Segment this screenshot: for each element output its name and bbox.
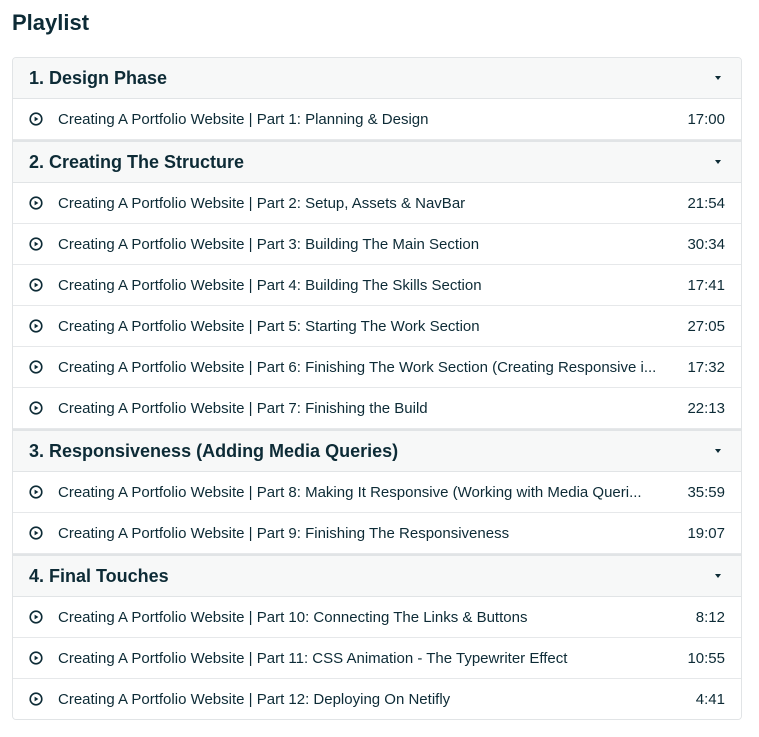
item-duration: 10:55 bbox=[687, 649, 725, 667]
item-duration: 4:41 bbox=[695, 690, 725, 708]
play-circle-icon bbox=[29, 401, 43, 415]
playlist-section: 1. Design Phase Creating A Portfolio Webs… bbox=[13, 58, 741, 140]
play-circle-icon bbox=[29, 651, 43, 665]
play-circle-icon bbox=[29, 610, 43, 624]
item-duration: 17:41 bbox=[687, 276, 725, 294]
play-circle-icon bbox=[29, 319, 43, 333]
playlist-item[interactable]: Creating A Portfolio Website | Part 11: … bbox=[13, 638, 741, 679]
playlist-item[interactable]: Creating A Portfolio Website | Part 3: B… bbox=[13, 224, 741, 265]
playlist-item[interactable]: Creating A Portfolio Website | Part 6: F… bbox=[13, 347, 741, 388]
playlist-section: 3. Responsiveness (Adding Media Queries)… bbox=[13, 429, 741, 554]
item-duration: 8:12 bbox=[695, 608, 725, 626]
caret-down-icon[interactable] bbox=[715, 160, 721, 164]
item-duration: 17:32 bbox=[687, 358, 725, 376]
section-header[interactable]: 3. Responsiveness (Adding Media Queries) bbox=[13, 429, 741, 472]
item-duration: 30:34 bbox=[687, 235, 725, 253]
playlist-item[interactable]: Creating A Portfolio Website | Part 2: S… bbox=[13, 183, 741, 224]
item-duration: 35:59 bbox=[687, 483, 725, 501]
play-circle-icon bbox=[29, 278, 43, 292]
item-duration: 19:07 bbox=[687, 524, 725, 542]
item-title: Creating A Portfolio Website | Part 3: B… bbox=[58, 235, 480, 253]
item-duration: 21:54 bbox=[687, 194, 725, 212]
playlist-item[interactable]: Creating A Portfolio Website | Part 7: F… bbox=[13, 388, 741, 429]
caret-down-icon[interactable] bbox=[715, 76, 721, 80]
section-title: 4. Final Touches bbox=[29, 565, 169, 586]
play-circle-icon bbox=[29, 196, 43, 210]
playlist-item[interactable]: Creating A Portfolio Website | Part 12: … bbox=[13, 679, 741, 719]
item-title: Creating A Portfolio Website | Part 7: F… bbox=[58, 399, 428, 417]
playlist-item[interactable]: Creating A Portfolio Website | Part 8: M… bbox=[13, 472, 741, 513]
playlist-item[interactable]: Creating A Portfolio Website | Part 1: P… bbox=[13, 99, 741, 140]
caret-down-icon[interactable] bbox=[715, 574, 721, 578]
playlist: 1. Design Phase Creating A Portfolio Webs… bbox=[12, 57, 742, 720]
page-title: Playlist bbox=[12, 10, 90, 35]
item-duration: 27:05 bbox=[687, 317, 725, 335]
section-header[interactable]: 2. Creating The Structure bbox=[13, 140, 741, 183]
playlist-section: 4. Final Touches Creating A Portfolio Web… bbox=[13, 554, 741, 719]
item-title: Creating A Portfolio Website | Part 10: … bbox=[58, 608, 528, 626]
section-header[interactable]: 4. Final Touches bbox=[13, 554, 741, 597]
section-title: 1. Design Phase bbox=[29, 67, 168, 88]
item-title: Creating A Portfolio Website | Part 11: … bbox=[58, 649, 568, 667]
item-duration: 22:13 bbox=[687, 399, 725, 417]
play-circle-icon bbox=[29, 526, 43, 540]
caret-down-icon[interactable] bbox=[715, 449, 721, 453]
playlist-item[interactable]: Creating A Portfolio Website | Part 10: … bbox=[13, 597, 741, 638]
section-header[interactable]: 1. Design Phase bbox=[13, 58, 741, 99]
play-circle-icon bbox=[29, 485, 43, 499]
play-circle-icon bbox=[29, 360, 43, 374]
item-title: Creating A Portfolio Website | Part 4: B… bbox=[58, 276, 482, 294]
item-title: Creating A Portfolio Website | Part 8: M… bbox=[58, 483, 642, 501]
play-circle-icon bbox=[29, 692, 43, 706]
item-title: Creating A Portfolio Website | Part 1: P… bbox=[58, 110, 429, 128]
item-title: Creating A Portfolio Website | Part 9: F… bbox=[58, 524, 510, 542]
playlist-section: 2. Creating The Structure Creating A Port… bbox=[13, 140, 741, 429]
item-title: Creating A Portfolio Website | Part 2: S… bbox=[58, 194, 466, 212]
playlist-item[interactable]: Creating A Portfolio Website | Part 9: F… bbox=[13, 513, 741, 554]
playlist-item[interactable]: Creating A Portfolio Website | Part 5: S… bbox=[13, 306, 741, 347]
item-title: Creating A Portfolio Website | Part 12: … bbox=[58, 690, 451, 708]
play-circle-icon bbox=[29, 237, 43, 251]
section-title: 2. Creating The Structure bbox=[29, 151, 245, 172]
item-title: Creating A Portfolio Website | Part 6: F… bbox=[58, 358, 657, 376]
item-duration: 17:00 bbox=[687, 110, 725, 128]
play-circle-icon bbox=[29, 112, 43, 126]
section-title: 3. Responsiveness (Adding Media Queries) bbox=[29, 440, 399, 461]
item-title: Creating A Portfolio Website | Part 5: S… bbox=[58, 317, 480, 335]
playlist-item[interactable]: Creating A Portfolio Website | Part 4: B… bbox=[13, 265, 741, 306]
